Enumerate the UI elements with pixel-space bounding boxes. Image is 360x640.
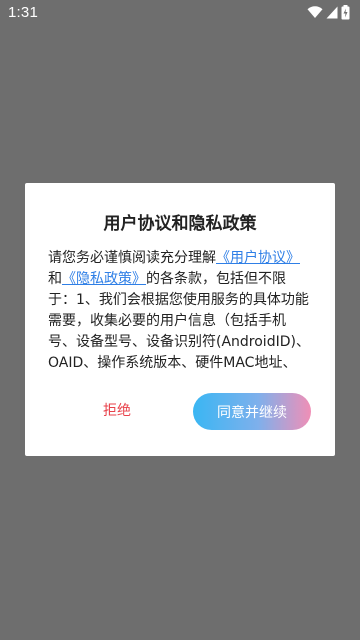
agree-continue-button[interactable]: 同意并继续	[193, 393, 311, 430]
status-icons	[307, 4, 350, 20]
body-intro: 请您务必谨慎阅读充分理解	[48, 250, 216, 266]
wifi-icon	[307, 5, 323, 19]
privacy-dialog: 用户协议和隐私政策 请您务必谨慎阅读充分理解《用户协议》和《隐私政策》的各条款，…	[25, 183, 335, 456]
battery-icon	[341, 4, 350, 20]
status-bar: 1:31	[0, 0, 360, 24]
body-and: 和	[48, 271, 62, 287]
user-agreement-link[interactable]: 《用户协议》	[216, 250, 300, 266]
dialog-title: 用户协议和隐私政策	[103, 214, 257, 234]
dialog-body: 请您务必谨慎阅读充分理解《用户协议》和《隐私政策》的各条款，包括但不限于：1、我…	[48, 248, 310, 374]
cell-signal-icon	[326, 6, 338, 19]
status-time: 1:31	[8, 3, 38, 21]
screen: 1:31 用户协议和隐私政策 请您务必谨慎阅读充分理解《用户协议》和《隐私政策》…	[0, 0, 360, 640]
reject-button[interactable]: 拒绝	[87, 400, 147, 420]
privacy-policy-link[interactable]: 《隐私政策》	[62, 271, 146, 287]
